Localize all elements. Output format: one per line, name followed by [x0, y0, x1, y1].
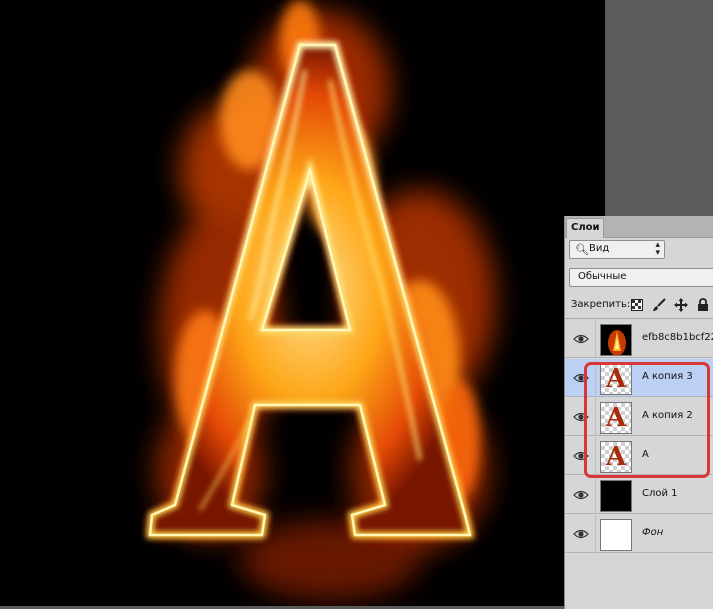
eye-icon[interactable] — [573, 409, 589, 425]
layer-row-selected[interactable]: A A копия 3 — [565, 359, 713, 397]
layer-row[interactable]: A A копия 2 — [565, 398, 713, 436]
layer-row[interactable]: Фон — [565, 515, 713, 553]
layer-name: A — [642, 449, 649, 460]
lock-transparent-pixels-icon[interactable] — [629, 297, 645, 313]
layer-name: efb8c8b1bcf2247 — [642, 332, 713, 343]
workspace: Слои 🔍︎ Вид ▴ ▾ Обычные Закрепить: efb8c… — [0, 0, 713, 609]
visibility-column-divider — [595, 515, 596, 553]
tab-layers[interactable]: Слои — [566, 218, 604, 238]
visibility-column-divider — [595, 320, 596, 358]
layer-name: A копия 3 — [642, 371, 693, 382]
layer-name: A копия 2 — [642, 410, 693, 421]
panel-divider — [565, 318, 713, 319]
eye-icon[interactable] — [573, 331, 589, 347]
lock-all-icon[interactable] — [695, 297, 711, 313]
thumbnail-letter: A — [605, 364, 627, 394]
thumbnail-letter: A — [605, 403, 627, 433]
document-canvas[interactable] — [0, 0, 605, 606]
lock-row: Закрепить: — [565, 296, 713, 316]
layer-thumbnail-letter-a: A — [600, 441, 632, 473]
layer-thumbnail-letter-a: A — [600, 363, 632, 395]
eye-icon[interactable] — [573, 487, 589, 503]
lock-image-pixels-icon[interactable] — [651, 297, 667, 313]
layer-thumbnail-letter-a: A — [600, 402, 632, 434]
visibility-column-divider — [595, 359, 596, 397]
layer-row[interactable]: efb8c8b1bcf2247 — [565, 320, 713, 358]
fire-letter-artwork — [146, 0, 495, 600]
eye-icon[interactable] — [573, 370, 589, 386]
layer-thumbnail-white-fill — [600, 519, 632, 551]
lock-position-icon[interactable] — [673, 297, 689, 313]
blend-mode-label: Обычные — [578, 271, 627, 282]
layer-row[interactable]: Слой 1 — [565, 476, 713, 514]
thumbnail-letter: A — [605, 442, 627, 472]
lock-label: Закрепить: — [571, 299, 631, 310]
eye-icon[interactable] — [573, 526, 589, 542]
layer-filter-select[interactable]: 🔍︎ Вид ▴ ▾ — [569, 240, 665, 259]
layers-panel: Слои 🔍︎ Вид ▴ ▾ Обычные Закрепить: efb8c… — [564, 216, 713, 609]
layer-name: Фон — [642, 527, 664, 538]
visibility-column-divider — [595, 398, 596, 436]
eye-icon[interactable] — [573, 448, 589, 464]
layer-name: Слой 1 — [642, 488, 678, 499]
visibility-column-divider — [595, 437, 596, 475]
visibility-column-divider — [595, 476, 596, 514]
updown-icon: ▴ ▾ — [655, 240, 660, 258]
blend-mode-select[interactable]: Обычные — [569, 268, 713, 287]
panel-tab-bar: Слои — [565, 216, 713, 238]
layer-filter-label: Вид — [589, 243, 610, 254]
layer-thumbnail-fire-image — [600, 324, 632, 356]
search-icon: 🔍︎ — [575, 243, 589, 256]
layer-thumbnail-black-fill — [600, 480, 632, 512]
layer-row[interactable]: A A — [565, 437, 713, 475]
